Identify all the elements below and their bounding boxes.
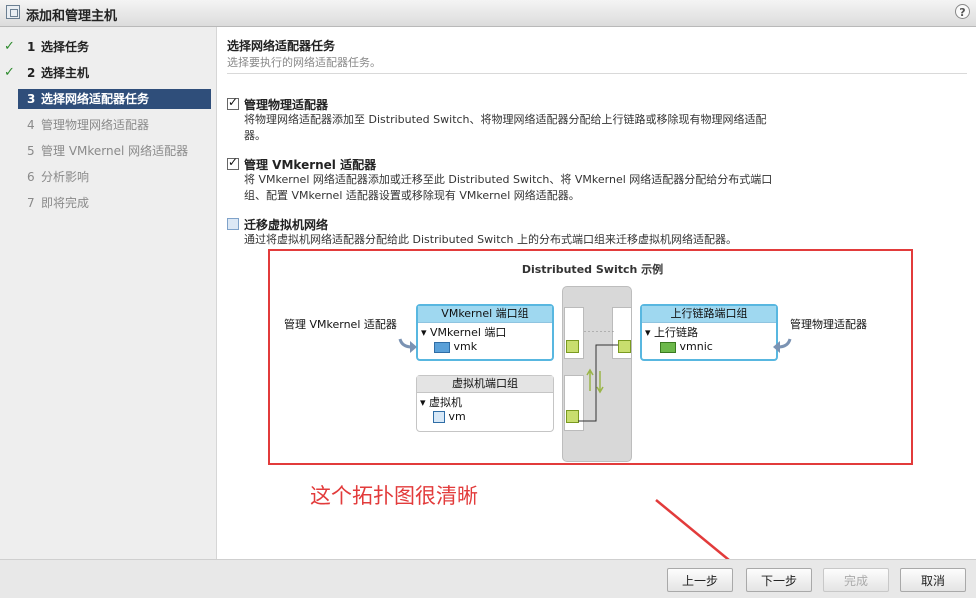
manage-physical-label: 管理物理适配器	[790, 318, 867, 331]
group-header: VMkernel 端口组	[418, 306, 552, 323]
check-icon: ✓	[4, 65, 15, 80]
vmnic-item: vmnic	[660, 340, 713, 353]
back-button[interactable]: 上一步	[667, 568, 733, 592]
host-window-icon	[6, 5, 20, 19]
page-subtitle: 选择要执行的网络适配器任务。	[227, 56, 381, 69]
next-button[interactable]: 下一步	[746, 568, 812, 592]
curved-arrow-right-icon	[398, 338, 417, 353]
step-2[interactable]: ✓ 2 选择主机	[0, 63, 216, 83]
uplink-port-group: 上行链路端口组 ▾ 上行链路 vmnic	[640, 304, 778, 361]
vmk-item: vmk	[434, 340, 477, 353]
step-label: 管理 VMkernel 网络适配器	[41, 144, 189, 158]
option-description: 将 VMkernel 网络适配器添加或迁移至此 Distributed Swit…	[244, 173, 773, 202]
step-3[interactable]: 3 选择网络适配器任务	[0, 89, 216, 109]
vm-icon	[433, 411, 445, 423]
group-header: 上行链路端口组	[642, 306, 776, 323]
finish-button[interactable]: 完成	[823, 568, 889, 592]
step-number: 3	[27, 92, 36, 106]
vmkernel-port-group: VMkernel 端口组 ▾ VMkernel 端口 vmk	[416, 304, 554, 361]
nic-icon	[434, 341, 450, 353]
option-label: 迁移虚拟机网络	[244, 218, 329, 232]
cancel-button[interactable]: 取消	[900, 568, 966, 592]
option-description: 通过将虚拟机网络适配器分配给此 Distributed Switch 上的分布式…	[244, 233, 738, 246]
step-label: 管理物理网络适配器	[41, 118, 150, 132]
uplink-item: ▾ 上行链路	[645, 326, 699, 339]
check-icon: ✓	[4, 39, 15, 54]
option-label: 管理物理适配器	[244, 98, 329, 112]
physical-nic-icon	[660, 341, 676, 353]
divider	[227, 73, 967, 74]
manage-vmkernel-checkbox[interactable]	[227, 155, 239, 170]
wizard-steps-sidebar: ✓ 1 选择任务 ✓ 2 选择主机 3 选择网络适配器任务 4 管理物理网络适配…	[0, 27, 217, 559]
step-label: 选择主机	[41, 66, 90, 80]
step-number: 1	[27, 40, 36, 54]
step-label: 即将完成	[41, 196, 90, 210]
page-title: 选择网络适配器任务	[227, 39, 336, 53]
step-number: 7	[27, 196, 35, 210]
step-number: 2	[27, 66, 36, 80]
diagram-title: Distributed Switch 示例	[521, 263, 664, 276]
step-7: 7 即将完成	[0, 193, 216, 213]
step-number: 4	[27, 118, 35, 132]
step-label: 选择网络适配器任务	[41, 92, 150, 106]
annotation-text: 这个拓扑图很清晰	[310, 484, 478, 508]
window-title: 添加和管理主机	[26, 9, 118, 24]
step-4: 4 管理物理网络适配器	[0, 115, 216, 135]
vm-child-item: vm	[433, 410, 466, 423]
manage-vmkernel-label: 管理 VMkernel 适配器	[284, 318, 397, 331]
topology-highlight-box: Distributed Switch 示例 VMkernel 端口组 ▾ VMk…	[268, 249, 913, 465]
step-6: 6 分析影响	[0, 167, 216, 187]
vm-port-group: 虚拟机端口组 ▾ 虚拟机 vm	[416, 375, 554, 432]
window-titlebar: 添加和管理主机 ?	[0, 0, 976, 27]
step-5: 5 管理 VMkernel 网络适配器	[0, 141, 216, 161]
curved-arrow-left-icon	[773, 338, 792, 353]
vm-item: ▾ 虚拟机	[420, 396, 463, 409]
step-number: 5	[27, 144, 35, 158]
switch-wiring	[578, 331, 618, 422]
group-header: 虚拟机端口组	[417, 376, 553, 393]
step-number: 6	[27, 170, 35, 184]
option-label: 管理 VMkernel 适配器	[244, 158, 377, 172]
manage-physical-checkbox[interactable]	[227, 95, 239, 110]
step-1[interactable]: ✓ 1 选择任务	[0, 37, 216, 57]
step-label: 分析影响	[41, 170, 90, 184]
option-description: 将物理网络适配器添加至 Distributed Switch、将物理网络适配器分…	[244, 113, 767, 142]
help-icon[interactable]: ?	[955, 4, 970, 19]
migrate-vm-checkbox[interactable]	[227, 218, 239, 230]
vmkernel-port-item: ▾ VMkernel 端口	[421, 326, 507, 339]
step-label: 选择任务	[41, 40, 90, 54]
